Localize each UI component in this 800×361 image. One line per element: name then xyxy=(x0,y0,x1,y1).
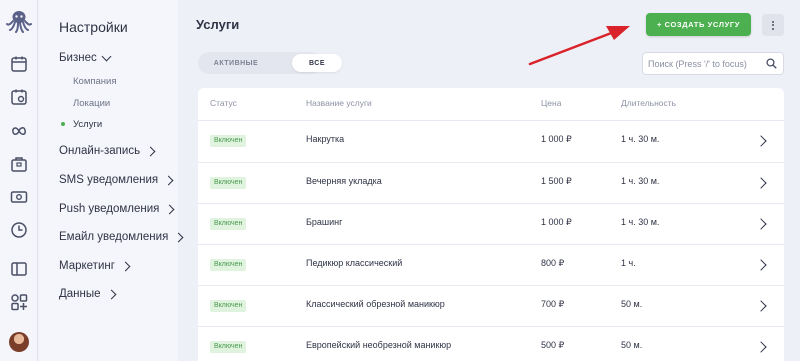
settings-sidebar: Настройки Бизнес Компания Локации Услуги… xyxy=(39,0,184,361)
infinity-icon[interactable] xyxy=(10,122,28,140)
more-vertical-icon xyxy=(772,20,774,23)
search-input[interactable] xyxy=(648,56,760,71)
chevron-right-icon[interactable] xyxy=(755,177,767,189)
service-price: 1 000 ₽ xyxy=(541,217,572,227)
sidebar-item-label: Push уведомления xyxy=(59,203,160,215)
search-icon[interactable] xyxy=(766,58,777,69)
column-header-name: Название услуги xyxy=(306,98,372,108)
service-duration: 50 м. xyxy=(621,299,643,309)
service-name: Классический обрезной маникюр xyxy=(306,299,445,309)
status-badge: Включен xyxy=(210,177,247,189)
service-name: Европейский необрезной маникюр xyxy=(306,340,452,350)
service-name: Брашинг xyxy=(306,217,343,227)
calendar-gear-icon[interactable] xyxy=(10,88,28,106)
sidebar-item-marketing[interactable]: Маркетинг xyxy=(59,260,131,272)
sidebar-subitem-locations[interactable]: Локации xyxy=(73,98,110,109)
chevron-right-icon[interactable] xyxy=(755,341,767,353)
sidebar-subitem-services[interactable]: Услуги xyxy=(73,119,102,130)
sidebar-item-online-booking[interactable]: Онлайн-запись xyxy=(59,145,156,157)
service-duration: 1 ч. 30 м. xyxy=(621,176,660,186)
tab-active[interactable]: АКТИВНЫЕ xyxy=(200,52,272,74)
main-content: Услуги + СОЗДАТЬ УСЛУГУ АКТИВНЫЕ ВСЕ Ста… xyxy=(178,0,800,361)
sidebar-item-data[interactable]: Данные xyxy=(59,288,117,300)
sidebar-title: Настройки xyxy=(59,19,128,35)
search-box xyxy=(642,52,784,75)
sidebar-subitem-company[interactable]: Компания xyxy=(73,76,116,87)
create-service-button[interactable]: + СОЗДАТЬ УСЛУГУ xyxy=(646,13,751,36)
sidebar-item-label: SMS уведомления xyxy=(59,174,159,186)
briefcase-icon[interactable] xyxy=(10,155,28,173)
sidebar-item-push[interactable]: Push уведомления xyxy=(59,203,175,215)
service-duration: 1 ч. 30 м. xyxy=(621,134,660,144)
service-price: 700 ₽ xyxy=(541,299,565,309)
clock-icon[interactable] xyxy=(10,221,28,239)
column-header-duration: Длительность xyxy=(621,98,677,108)
sidebar-item-label: Емайл уведомления xyxy=(59,231,169,243)
chevron-right-icon xyxy=(163,175,174,185)
service-duration: 1 ч. 30 м. xyxy=(621,217,660,227)
chevron-right-icon xyxy=(164,204,175,214)
chevron-right-icon[interactable] xyxy=(755,259,767,271)
calendar-icon[interactable] xyxy=(10,55,28,73)
chevron-right-icon[interactable] xyxy=(755,135,767,147)
chevron-down-icon xyxy=(101,51,112,61)
service-duration: 1 ч. xyxy=(621,258,636,268)
service-name: Вечерняя укладка xyxy=(306,176,382,186)
page-icon[interactable] xyxy=(10,260,28,278)
icon-rail xyxy=(0,0,38,361)
active-indicator-dot xyxy=(61,122,65,126)
chevron-right-icon xyxy=(120,261,131,271)
service-name: Накрутка xyxy=(306,134,345,144)
column-header-status: Статус xyxy=(210,98,237,108)
apps-icon[interactable] xyxy=(10,293,28,311)
tab-all[interactable]: ВСЕ xyxy=(292,54,342,72)
service-price: 800 ₽ xyxy=(541,258,565,268)
table-row[interactable]: Включен Вечерняя укладка 1 500 ₽ 1 ч. 30… xyxy=(198,162,784,202)
avatar[interactable] xyxy=(9,332,29,352)
sidebar-item-sms[interactable]: SMS уведомления xyxy=(59,174,174,186)
table-row[interactable]: Включен Педикюр классический 800 ₽ 1 ч. xyxy=(198,244,784,284)
chevron-right-icon xyxy=(145,146,156,156)
chevron-right-icon[interactable] xyxy=(755,218,767,230)
sidebar-item-email[interactable]: Емайл уведомления xyxy=(59,231,184,243)
sidebar-item-label: Данные xyxy=(59,288,101,300)
chevron-right-icon[interactable] xyxy=(755,300,767,312)
status-badge: Включен xyxy=(210,259,247,271)
table-row[interactable]: Включен Накрутка 1 000 ₽ 1 ч. 30 м. xyxy=(198,120,784,160)
table-row[interactable]: Включен Европейский необрезной маникюр 5… xyxy=(198,326,784,361)
service-price: 1 500 ₽ xyxy=(541,176,572,186)
status-badge: Включен xyxy=(210,135,247,147)
sidebar-item-label: Маркетинг xyxy=(59,260,115,272)
sidebar-item-label: Бизнес xyxy=(59,52,97,64)
column-header-price: Цена xyxy=(541,98,562,108)
page-title: Услуги xyxy=(196,17,240,32)
status-badge: Включен xyxy=(210,218,247,230)
status-badge: Включен xyxy=(210,300,247,312)
sidebar-item-business[interactable]: Бизнес xyxy=(59,51,112,64)
chevron-right-icon xyxy=(106,289,117,299)
cash-icon[interactable] xyxy=(10,188,28,206)
service-name: Педикюр классический xyxy=(306,258,403,268)
service-price: 1 000 ₽ xyxy=(541,134,572,144)
service-duration: 50 м. xyxy=(621,340,643,350)
octopus-logo[interactable] xyxy=(6,9,32,33)
status-filter-toggle: АКТИВНЫЕ ВСЕ xyxy=(198,52,342,74)
table-row[interactable]: Включен Брашинг 1 000 ₽ 1 ч. 30 м. xyxy=(198,203,784,243)
table-row[interactable]: Включен Классический обрезной маникюр 70… xyxy=(198,285,784,325)
more-options-button[interactable] xyxy=(762,14,784,36)
status-badge: Включен xyxy=(210,341,247,353)
services-table: Статус Название услуги Цена Длительность… xyxy=(198,88,784,361)
service-price: 500 ₽ xyxy=(541,340,565,350)
sidebar-item-label: Онлайн-запись xyxy=(59,145,141,157)
